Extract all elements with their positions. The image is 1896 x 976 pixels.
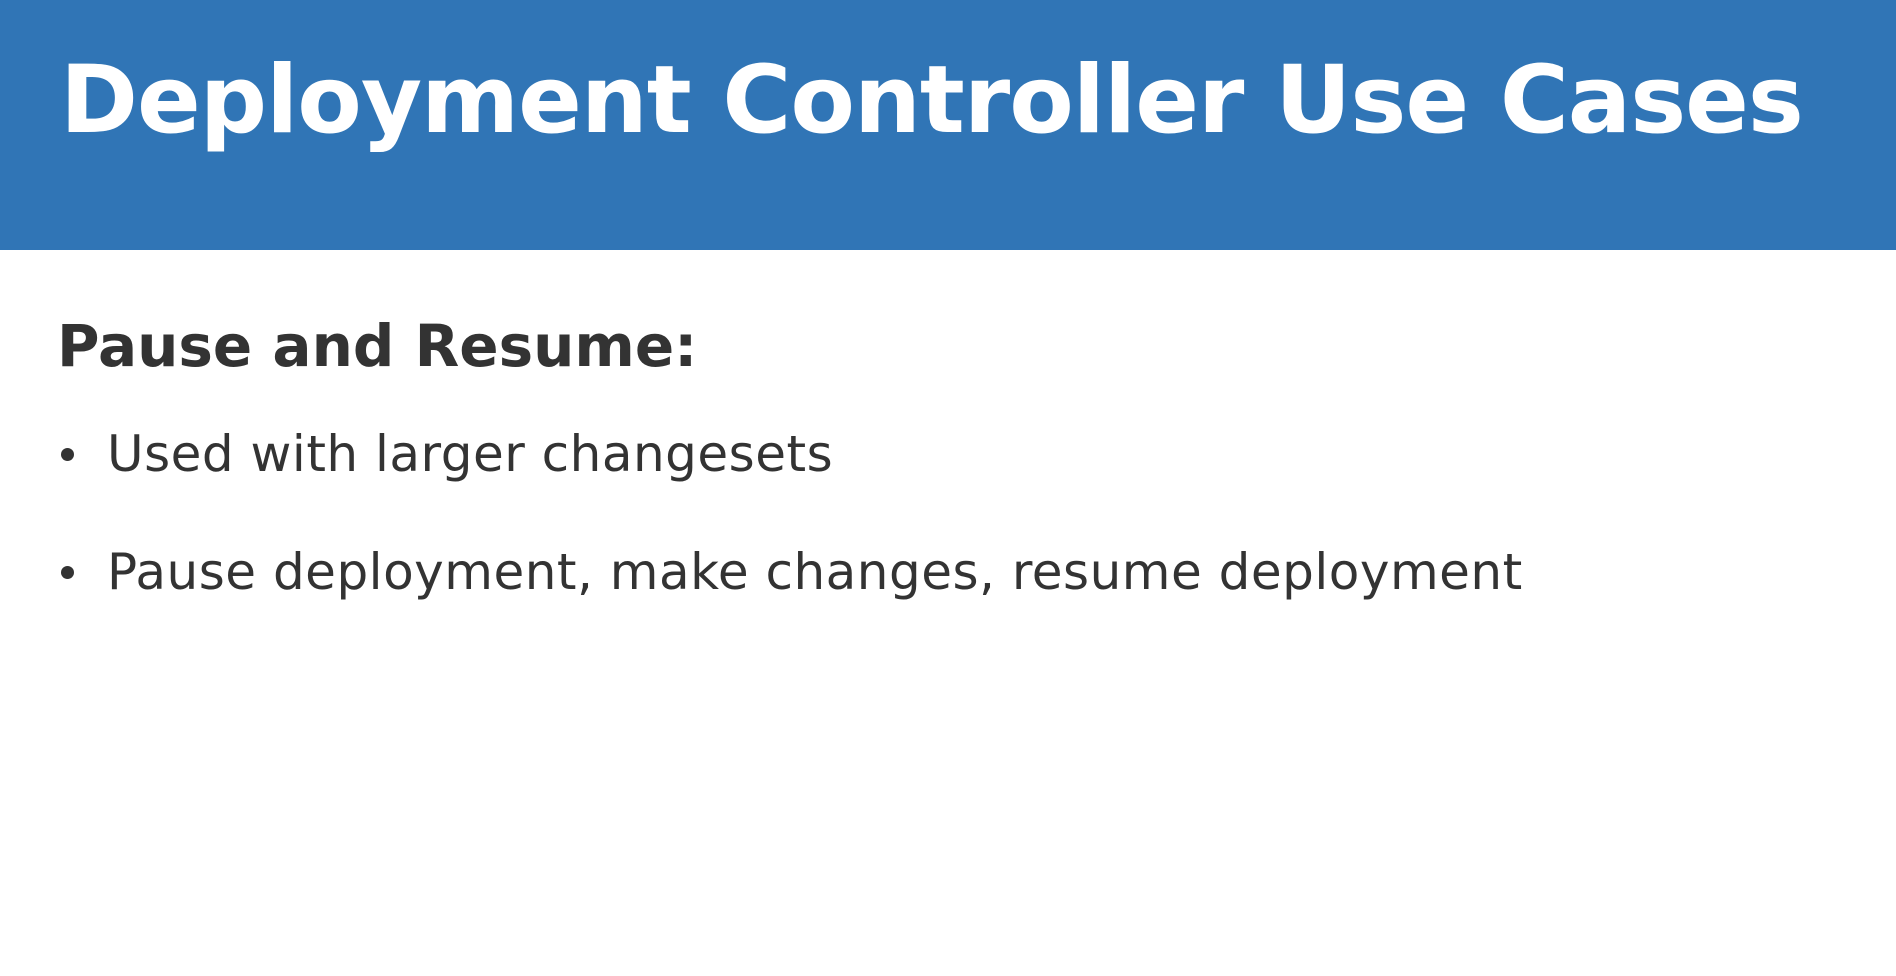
bullet-dot-icon	[61, 448, 74, 461]
slide-title: Deployment Controller Use Cases	[60, 46, 1804, 155]
bullet-text: Used with larger changesets	[107, 425, 834, 483]
slide: Deployment Controller Use Cases Pause an…	[0, 0, 1896, 976]
bullet-text: Pause deployment, make changes, resume d…	[107, 543, 1523, 601]
title-bar: Deployment Controller Use Cases	[0, 0, 1896, 250]
bullet-item: Used with larger changesets	[57, 414, 1837, 494]
section-heading: Pause and Resume:	[57, 312, 698, 380]
bullet-item: Pause deployment, make changes, resume d…	[57, 532, 1837, 612]
bullet-dot-icon	[61, 566, 74, 579]
bullet-list: Used with larger changesets Pause deploy…	[57, 414, 1837, 612]
slide-content: Pause and Resume: Used with larger chang…	[57, 300, 1837, 650]
